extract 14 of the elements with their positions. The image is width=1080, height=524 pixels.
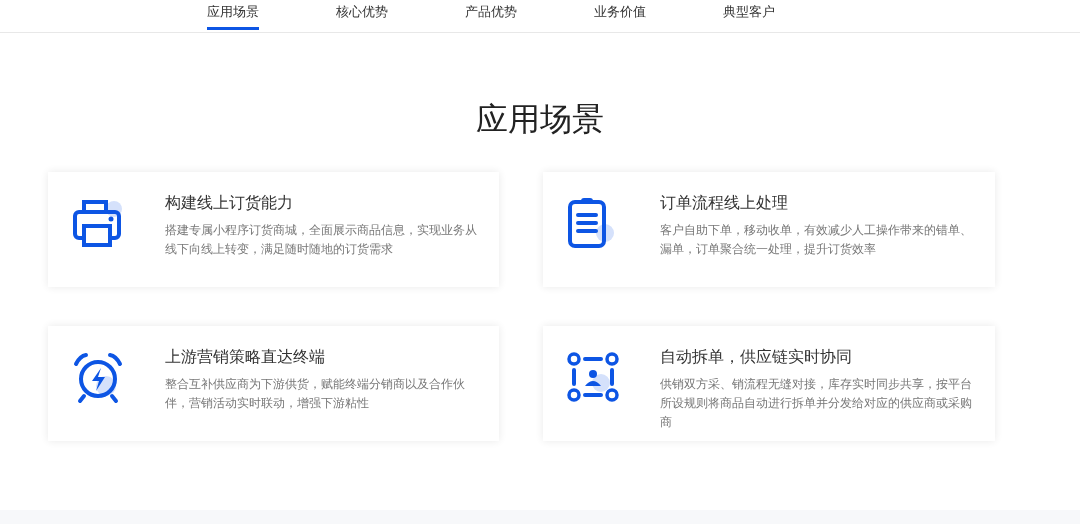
nav-tab[interactable]: 典型客户 [723,0,775,30]
nav-tab[interactable]: 业务价值 [594,0,646,30]
nav-tab[interactable]: 产品优势 [465,0,517,30]
card-description: 整合互补供应商为下游供货，赋能终端分销商以及合作伙伴，营销活动实时联动，增强下游粘性 [165,376,466,412]
nav-tab[interactable]: 应用场景 [207,0,259,30]
card-description: 搭建专属小程序订货商城，全面展示商品信息，实现业务从线下向线上转变，满足随时随地的订货需求 [165,222,478,258]
section-title: 应用场景 [475,100,605,138]
card-title: 订单流程线上处理 [660,193,789,213]
card-description: 供销双方采、销流程无缝对接，库存实时同步共享，按平台所设规则将商品自动进行拆单并分发给对应的供应商或采购商 [660,376,973,431]
card-title: 上游营销策略直达终端 [165,347,326,367]
card-description: 客户自助下单，移动收单，有效减少人工操作带来的错单、漏单，订单聚合统一处理，提升订货效率 [660,222,973,258]
nav-tab[interactable]: 核心优势 [336,0,388,30]
card-title: 自动拆单，供应链实时协同 [660,347,853,367]
card-title: 构建线上订货能力 [165,193,294,213]
